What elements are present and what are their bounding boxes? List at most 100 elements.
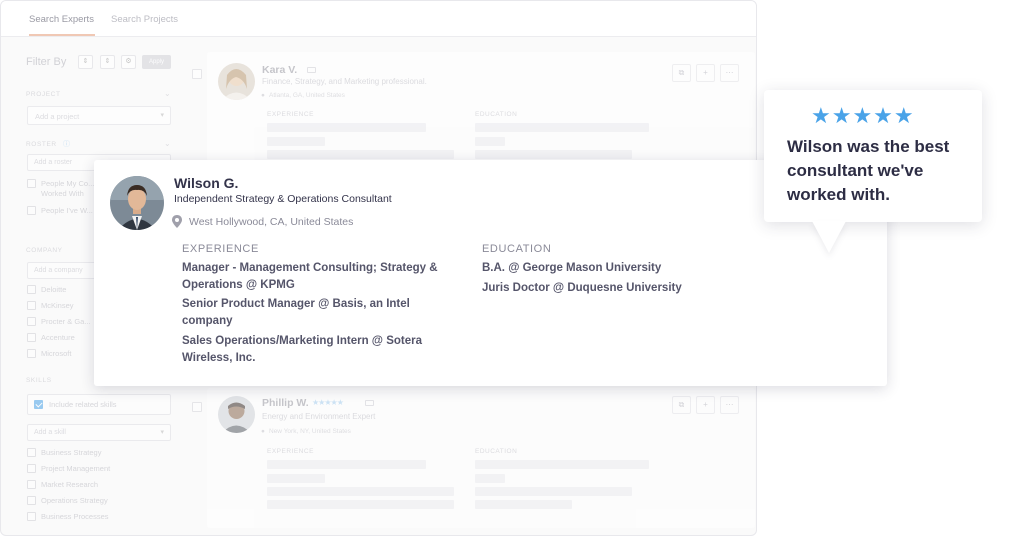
expert-location: New York, NY, United States: [269, 428, 351, 435]
info-icon[interactable]: ⓘ: [63, 139, 71, 149]
pin-icon: [172, 215, 182, 228]
roster-option-label: People My Co... Worked With: [41, 179, 95, 198]
placeholder-bar: [475, 123, 649, 132]
gear-icon[interactable]: ⚙: [121, 55, 136, 69]
sort-icon[interactable]: ⇕: [78, 55, 93, 69]
placeholder-bar: [267, 500, 454, 509]
company-option-label: Accenture: [41, 333, 75, 342]
expert-name[interactable]: Phillip W.: [262, 397, 309, 409]
expert-card[interactable]: Phillip W. ★★★★★ Energy and Environment …: [207, 388, 755, 528]
company-checkbox[interactable]: [27, 317, 36, 326]
placeholder-bar: [267, 460, 426, 469]
roster-input-placeholder: Add a roster: [34, 159, 73, 166]
dropdown-icon: ▾: [160, 429, 164, 436]
placeholder-bar: [267, 150, 454, 159]
expert-headline: Independent Strategy & Operations Consul…: [174, 193, 392, 205]
skill-option-label: Market Research: [41, 480, 99, 489]
placeholder-bar: [267, 474, 325, 483]
more-icon[interactable]: ⋯: [720, 396, 739, 414]
skill-select[interactable]: Add a skill ▾: [27, 424, 171, 441]
placeholder-bar: [267, 123, 426, 132]
company-option-label: Deloitte: [41, 285, 67, 294]
experience-label: EXPERIENCE: [267, 111, 314, 118]
experience-item: Sales Operations/Marketing Intern @ Sote…: [182, 335, 423, 364]
skill-checkbox[interactable]: [27, 512, 36, 521]
placeholder-bar: [267, 137, 325, 146]
education-item: B.A. @ George Mason University: [482, 262, 662, 274]
skill-checkbox[interactable]: [27, 464, 36, 473]
experience-item: Manager - Management Consulting; Strateg…: [182, 262, 438, 291]
roster-checkbox[interactable]: [27, 206, 36, 215]
skill-option-label: Operations Strategy: [41, 496, 108, 505]
company-option-label: McKinsey: [41, 301, 74, 310]
skill-checkbox[interactable]: [27, 496, 36, 505]
tab-search-projects[interactable]: Search Projects: [111, 14, 178, 25]
chevron-down-icon[interactable]: ⌄: [164, 89, 171, 98]
add-user-icon[interactable]: +: [696, 396, 715, 414]
project-select[interactable]: Add a project ▾: [27, 106, 171, 125]
more-icon[interactable]: ⋯: [720, 64, 739, 82]
select-expert-checkbox[interactable]: [192, 402, 202, 412]
add-user-icon[interactable]: +: [696, 64, 715, 82]
include-related-row: Include related skills: [27, 394, 171, 415]
expert-name[interactable]: Wilson G.: [174, 175, 238, 191]
skill-option-label: Business Strategy: [41, 448, 102, 457]
placeholder-bar: [475, 474, 505, 483]
active-tab-indicator: [29, 34, 95, 36]
pin-icon: ●: [261, 92, 265, 99]
avatar: [110, 176, 164, 230]
tab-bar: Search Experts Search Projects: [1, 1, 756, 37]
placeholder-bar: [475, 137, 505, 146]
company-checkbox[interactable]: [27, 333, 36, 342]
company-checkbox[interactable]: [27, 349, 36, 358]
placeholder-bar: [475, 460, 649, 469]
education-label: EDUCATION: [475, 448, 518, 455]
education-label: EDUCATION: [475, 111, 518, 118]
rating-stars: ★★★★★: [312, 398, 344, 407]
avatar: [218, 396, 255, 433]
project-select-placeholder: Add a project: [35, 112, 80, 121]
placeholder-bar: [267, 487, 454, 496]
expert-name[interactable]: Kara V.: [262, 64, 297, 76]
expert-headline: Energy and Environment Expert: [262, 412, 376, 421]
pin-icon: ●: [261, 428, 265, 435]
company-input-placeholder: Add a company: [34, 267, 83, 274]
skill-option-label: Business Processes: [41, 512, 109, 521]
skill-checkbox[interactable]: [27, 448, 36, 457]
sort-alt-icon[interactable]: ⇕: [100, 55, 115, 69]
expert-card[interactable]: Kara V. Finance, Strategy, and Marketing…: [207, 52, 755, 162]
company-checkbox[interactable]: [27, 285, 36, 294]
roster-section-title: ROSTER: [26, 141, 57, 148]
filter-title: Filter By: [26, 56, 67, 68]
open-icon[interactable]: ⧉: [672, 64, 691, 82]
expert-headline: Finance, Strategy, and Marketing profess…: [262, 77, 427, 86]
avatar: [218, 63, 255, 100]
tag-icon[interactable]: [307, 67, 316, 73]
experience-item: Senior Product Manager @ Basis, an Intel…: [182, 298, 410, 327]
include-related-checkbox[interactable]: [34, 400, 43, 409]
expert-location: Atlanta, GA, United States: [269, 92, 345, 99]
company-option-label: Procter & Ga...: [41, 317, 91, 326]
testimonial-bubble: ★★★★★ Wilson was the best consultant we'…: [764, 90, 982, 253]
company-section-title: COMPANY: [26, 247, 63, 254]
project-section-title: PROJECT: [26, 91, 61, 98]
select-expert-checkbox[interactable]: [192, 69, 202, 79]
rating-stars: ★★★★★: [811, 103, 915, 128]
open-icon[interactable]: ⧉: [672, 396, 691, 414]
apply-button[interactable]: Apply: [142, 55, 171, 69]
testimonial-text: Wilson was the best consultant we've wor…: [787, 137, 950, 204]
experience-label: EXPERIENCE: [182, 243, 259, 255]
placeholder-bar: [475, 500, 572, 509]
experience-label: EXPERIENCE: [267, 448, 314, 455]
dropdown-icon: ▾: [160, 112, 164, 119]
skill-checkbox[interactable]: [27, 480, 36, 489]
speech-bubble-tail: [812, 221, 846, 253]
tab-search-experts[interactable]: Search Experts: [29, 14, 94, 25]
tag-icon[interactable]: [365, 400, 374, 406]
roster-checkbox[interactable]: [27, 179, 36, 188]
company-checkbox[interactable]: [27, 301, 36, 310]
skill-option-label: Project Management: [41, 464, 111, 473]
placeholder-bar: [475, 487, 632, 496]
include-related-label: Include related skills: [49, 400, 117, 409]
chevron-down-icon[interactable]: ⌄: [164, 139, 171, 148]
